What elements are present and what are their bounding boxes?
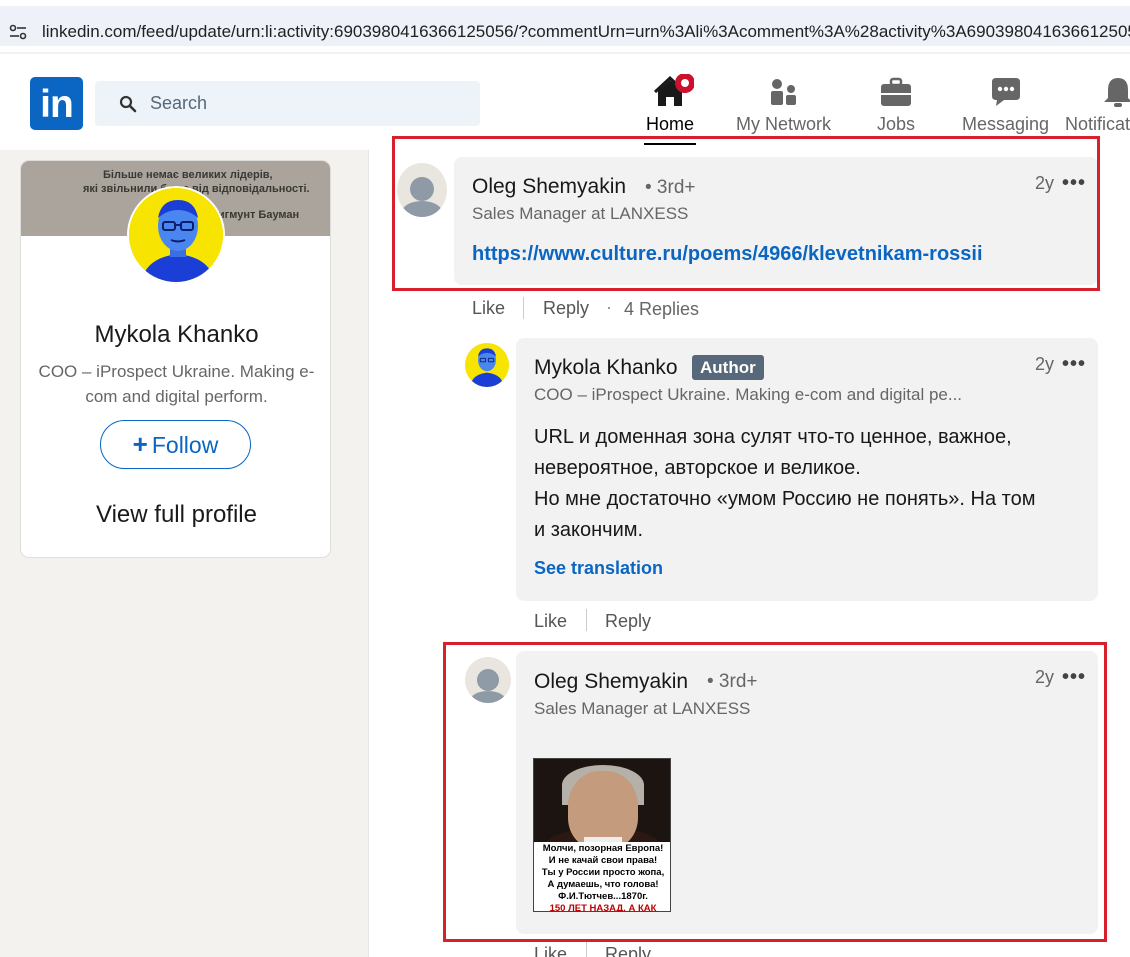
site-settings-icon[interactable] <box>8 23 28 41</box>
network-icon <box>770 79 796 105</box>
nav-home-label: Home <box>646 114 695 134</box>
nav-jobs[interactable]: Jobs <box>877 74 915 135</box>
avatar-illustration <box>129 188 223 282</box>
comment-2-more-icon[interactable]: ••• <box>1062 353 1086 376</box>
nav-notifications[interactable]: Notifications <box>1065 74 1130 135</box>
search-placeholder: Search <box>150 93 208 113</box>
search-input[interactable]: Search <box>95 81 480 126</box>
highlight-box-2 <box>443 642 1107 942</box>
linkedin-logo[interactable]: in <box>30 77 83 130</box>
comment-2-text-line: Но мне достаточно «умом Россию не понять… <box>534 488 1036 510</box>
follow-button[interactable]: + Follow <box>100 420 251 469</box>
highlight-box-1 <box>392 136 1100 291</box>
comment-2-avatar[interactable] <box>465 343 509 387</box>
nav-my-network-label: My Network <box>736 114 832 134</box>
avatar-illustration <box>465 343 509 387</box>
comment-2-text-line: невероятное, авторское и великое. <box>534 457 861 479</box>
comment-2-text-line: и закончим. <box>534 519 644 541</box>
follow-label: Follow <box>151 432 219 458</box>
browser-url-bar: linkedin.com/feed/update/urn:li:activity… <box>0 0 1130 52</box>
avatar[interactable] <box>127 186 225 284</box>
comment-2-reply-button[interactable]: Reply <box>605 611 651 632</box>
see-translation-link[interactable]: See translation <box>534 558 663 579</box>
comment-2-text-line: URL и доменная зона сулят что-то ценное,… <box>534 426 1012 448</box>
comment-2-time: 2y <box>1035 354 1055 374</box>
nav-notifications-label: Notifications <box>1065 114 1130 134</box>
bell-icon <box>1104 78 1130 107</box>
profile-card: Більше немає великих лідерів, які звільн… <box>20 160 331 558</box>
comment-2-like-button[interactable]: Like <box>534 611 567 632</box>
comment-1-reply-button[interactable]: Reply <box>543 298 589 319</box>
plus-icon: + <box>132 429 148 459</box>
comment-2-headline: COO – iProspect Ukraine. Making e-com an… <box>534 385 963 404</box>
author-badge: Author <box>692 355 764 380</box>
profile-name[interactable]: Mykola Khanko <box>21 321 330 349</box>
search-icon <box>119 95 137 113</box>
nav-jobs-label: Jobs <box>877 114 916 134</box>
profile-headline: COO – iProspect Ukraine. Making e-com an… <box>38 362 315 406</box>
nav-home[interactable]: Home <box>644 74 697 145</box>
home-icon <box>653 74 694 106</box>
comment-1-replies-count[interactable]: 4 Replies <box>624 299 699 320</box>
separator-dot: · <box>606 297 612 317</box>
comment-2-author[interactable]: Mykola Khanko <box>534 356 678 380</box>
comment-3-like-button[interactable]: Like <box>534 944 567 957</box>
nav-my-network[interactable]: My Network <box>736 74 831 135</box>
briefcase-icon <box>881 77 912 106</box>
address-bar[interactable]: linkedin.com/feed/update/urn:li:activity… <box>0 6 1130 46</box>
url-text[interactable]: linkedin.com/feed/update/urn:li:activity… <box>42 22 1130 42</box>
comment-3-reply-button[interactable]: Reply <box>605 944 651 957</box>
nav-messaging[interactable]: Messaging <box>962 74 1049 135</box>
banner-quote-line-1: Більше немає великих лідерів, <box>103 169 273 181</box>
banner-quote-author: Зигмунт Бауман <box>211 209 300 221</box>
action-divider <box>586 609 587 631</box>
messaging-icon <box>991 78 1020 106</box>
comment-1-like-button[interactable]: Like <box>472 298 505 319</box>
action-divider <box>523 297 524 319</box>
action-divider <box>586 942 587 957</box>
view-full-profile-link[interactable]: View full profile <box>21 501 330 529</box>
comment-2-text: URL и доменная зона сулят что-то ценное,… <box>534 422 1084 546</box>
nav-messaging-label: Messaging <box>962 114 1050 134</box>
